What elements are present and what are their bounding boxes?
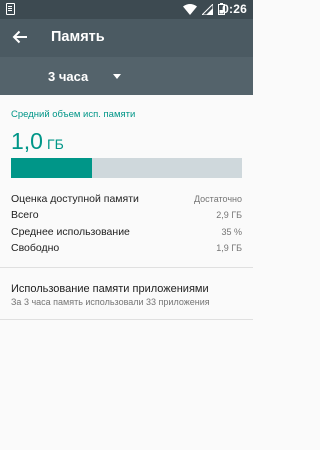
app-memory-usage-item[interactable]: Использование памяти приложениями За 3 ч… [0, 275, 253, 319]
back-button[interactable] [8, 25, 32, 49]
stat-value: 2,9 ГБ [216, 210, 242, 220]
divider [0, 267, 253, 268]
arrow-back-icon [12, 30, 27, 44]
stat-label: Оценка доступной памяти [11, 193, 139, 205]
stat-row-average: Среднее использование 35 % [11, 226, 242, 241]
dropdown-arrow-icon [113, 73, 122, 79]
divider [0, 319, 253, 320]
stat-value: Достаточно [193, 194, 242, 204]
app-memory-usage-subtitle: За 3 часа память использовали 33 приложе… [11, 297, 210, 307]
stat-row-total: Всего 2,9 ГБ [11, 209, 242, 224]
average-usage-value: 1,0 ГБ [11, 128, 64, 155]
signal-icon [202, 4, 213, 15]
stat-value: 1,9 ГБ [216, 243, 242, 253]
status-bar: 0:26 [0, 0, 253, 19]
period-spinner[interactable]: 3 часа [48, 57, 138, 95]
stat-label: Среднее использование [11, 226, 130, 238]
average-usage-unit: ГБ [46, 136, 64, 152]
stat-value: 35 % [221, 227, 242, 237]
stat-row-free: Свободно 1,9 ГБ [11, 242, 242, 257]
memory-usage-bar-fill [11, 158, 92, 178]
toolbar: Память [0, 19, 253, 57]
wifi-icon [183, 4, 197, 15]
stat-row-estimate: Оценка доступной памяти Достаточно [11, 193, 242, 208]
period-bar: 3 часа [0, 57, 253, 95]
stat-label: Всего [11, 209, 39, 221]
average-usage-number: 1,0 [11, 128, 43, 154]
clock: 0:26 [222, 2, 247, 16]
period-selected-label: 3 часа [48, 68, 89, 84]
app-memory-usage-title: Использование памяти приложениями [11, 283, 209, 295]
page-title: Память [51, 29, 105, 45]
stat-label: Свободно [11, 242, 60, 254]
average-usage-title: Средний объем исп. памяти [11, 109, 136, 120]
notification-icon [6, 3, 15, 15]
memory-usage-bar [11, 158, 242, 178]
